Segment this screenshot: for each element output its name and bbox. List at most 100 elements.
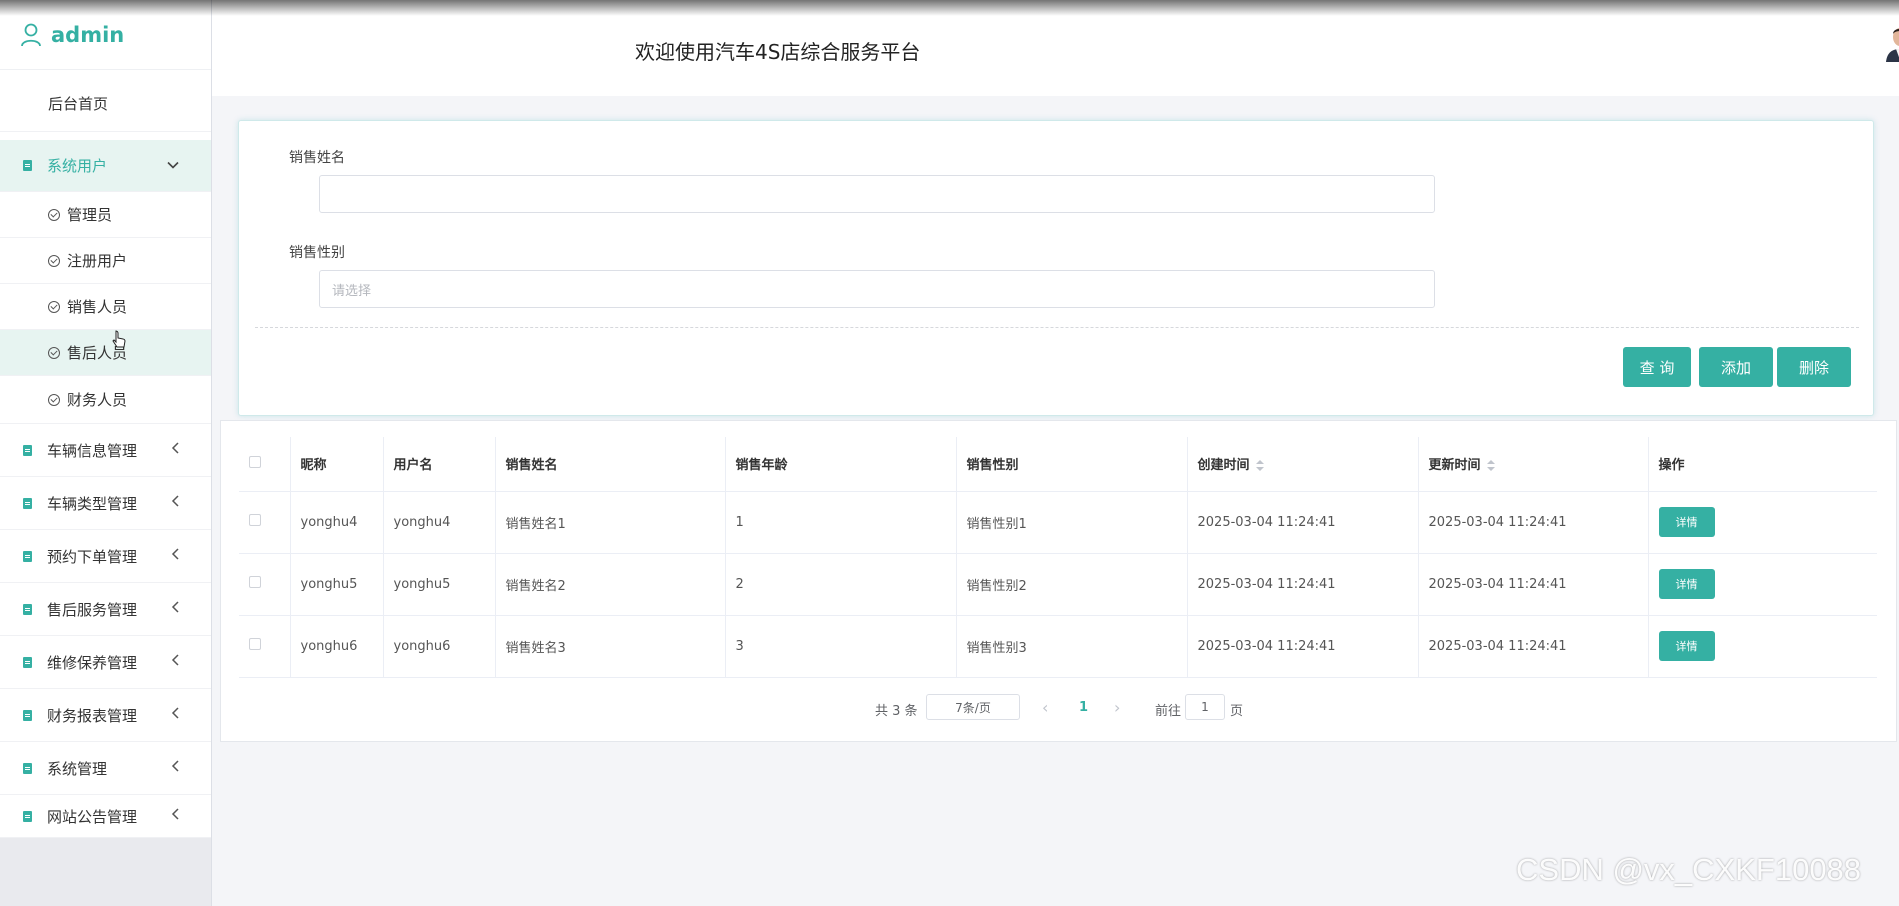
row-checkbox[interactable]: [249, 576, 261, 588]
table-cell: 1: [725, 491, 957, 554]
sales-name-input[interactable]: [319, 175, 1435, 213]
chevron-down-icon: [167, 158, 179, 173]
next-page-button[interactable]: ›: [1114, 698, 1120, 717]
chevron-left-icon: [171, 495, 179, 511]
sidebar-item-system-management[interactable]: 系统管理: [0, 742, 211, 795]
detail-button[interactable]: 详情: [1658, 631, 1715, 661]
sidebar-item-label: 售后服务管理: [47, 600, 138, 619]
document-icon: [23, 709, 32, 721]
sidebar-subitem-label: 销售人员: [67, 298, 128, 316]
table-row: yonghu6 yonghu6 销售姓名3 3 销售性别3 2025-03-04…: [239, 615, 1877, 678]
chevron-left-icon: [171, 442, 179, 458]
row-select-cell[interactable]: [239, 491, 291, 554]
table-cell: 销售性别1: [956, 491, 1188, 554]
sidebar-subitem-admin[interactable]: 管理员: [0, 192, 211, 238]
column-header-label: 创建时间: [1197, 458, 1250, 474]
detail-button[interactable]: 详情: [1658, 507, 1715, 537]
table-cell: yonghu5: [290, 553, 384, 616]
document-icon: [23, 810, 32, 822]
column-header: 昵称: [290, 437, 384, 492]
sidebar-item-booking[interactable]: 预约下单管理: [0, 530, 211, 583]
chevron-left-icon: [171, 654, 179, 670]
select-all-checkbox[interactable]: [249, 455, 261, 468]
sidebar-item-vehicle-info[interactable]: 车辆信息管理: [0, 424, 211, 477]
chevron-left-icon: [171, 808, 179, 824]
row-select-cell[interactable]: [239, 553, 291, 616]
sales-gender-label: 销售性别: [289, 245, 345, 261]
chevron-left-icon: [171, 601, 179, 617]
chevron-left-icon: [171, 707, 179, 723]
sidebar-item-label: 预约下单管理: [47, 547, 138, 566]
check-circle-icon: [48, 393, 60, 406]
sidebar-item-home[interactable]: 后台首页: [0, 76, 211, 132]
sidebar-item-aftersales[interactable]: 售后服务管理: [0, 583, 211, 636]
column-header-created[interactable]: 创建时间: [1187, 437, 1419, 492]
mouse-cursor-icon: [112, 330, 126, 348]
column-header: 销售性别: [956, 437, 1188, 492]
table-cell: 2025-03-04 11:24:41: [1418, 491, 1649, 554]
avatar[interactable]: [1882, 22, 1899, 62]
table-cell: 2: [725, 553, 957, 616]
column-header: 销售年龄: [725, 437, 957, 492]
watermark: CSDN @vx_CXKF10088: [1516, 852, 1862, 887]
row-checkbox[interactable]: [249, 638, 261, 650]
table-cell: 2025-03-04 11:24:41: [1187, 615, 1419, 678]
table-header-row: 昵称 用户名 销售姓名 销售年龄 销售性别 创建时间 更新时间 操作: [239, 437, 1877, 492]
sidebar-item-label: 车辆类型管理: [47, 494, 138, 513]
page-unit-label: 页: [1230, 704, 1244, 719]
check-circle-icon: [48, 346, 60, 359]
delete-button[interactable]: 删除: [1777, 347, 1851, 387]
page-size-select[interactable]: 7条/页: [926, 694, 1020, 720]
row-select-cell[interactable]: [239, 615, 291, 678]
table-cell: 2025-03-04 11:24:41: [1418, 615, 1649, 678]
action-cell: 详情: [1648, 615, 1877, 678]
query-button[interactable]: 查 询: [1623, 347, 1691, 387]
table-cell: 2025-03-04 11:24:41: [1187, 553, 1419, 616]
sidebar: admin 后台首页 系统用户 管理员 注册用户 销售人员 售后人员 财务人员 …: [0, 0, 212, 906]
sidebar-item-label: 系统管理: [47, 759, 108, 778]
sidebar-subitem-aftersales-staff[interactable]: 售后人员: [0, 330, 211, 376]
table-cell: 3: [725, 615, 957, 678]
chevron-left-icon: [171, 548, 179, 564]
sidebar-item-announcements[interactable]: 网站公告管理: [0, 795, 211, 838]
sidebar-subitem-finance-staff[interactable]: 财务人员: [0, 376, 211, 424]
document-icon: [23, 603, 32, 615]
sales-gender-select[interactable]: 请选择: [319, 270, 1435, 308]
select-all-cell[interactable]: [239, 437, 291, 492]
sort-icon[interactable]: [1255, 459, 1264, 472]
sidebar-item-vehicle-type[interactable]: 车辆类型管理: [0, 477, 211, 530]
table-row: yonghu5 yonghu5 销售姓名2 2 销售性别2 2025-03-04…: [239, 553, 1877, 616]
document-icon: [23, 444, 32, 456]
sidebar-subitem-sales-staff[interactable]: 销售人员: [0, 284, 211, 330]
check-circle-icon: [48, 208, 60, 221]
action-cell: 详情: [1648, 491, 1877, 554]
goto-page-input[interactable]: 1: [1185, 694, 1225, 720]
document-icon: [23, 550, 32, 562]
document-icon: [23, 160, 32, 171]
table-cell: 销售性别2: [956, 553, 1188, 616]
column-header: 用户名: [383, 437, 496, 492]
sidebar-item-maintenance[interactable]: 维修保养管理: [0, 636, 211, 689]
add-button[interactable]: 添加: [1699, 347, 1773, 387]
table-panel: 昵称 用户名 销售姓名 销售年龄 销售性别 创建时间 更新时间 操作 yongh…: [220, 420, 1897, 742]
sidebar-item-label: 后台首页: [48, 95, 109, 113]
document-icon: [23, 762, 32, 774]
prev-page-button[interactable]: ‹: [1042, 698, 1048, 717]
table-cell: 销售姓名2: [495, 553, 726, 616]
sidebar-subitem-label: 注册用户: [67, 252, 128, 270]
table-cell: 销售姓名3: [495, 615, 726, 678]
row-checkbox[interactable]: [249, 514, 261, 526]
sidebar-item-label: 系统用户: [47, 157, 108, 175]
sidebar-subitem-registered-users[interactable]: 注册用户: [0, 238, 211, 284]
column-header-updated[interactable]: 更新时间: [1418, 437, 1649, 492]
page-number-current[interactable]: 1: [1079, 700, 1088, 715]
sidebar-item-system-users[interactable]: 系统用户: [0, 140, 211, 192]
user-icon: [20, 23, 42, 47]
check-circle-icon: [48, 300, 60, 313]
detail-button[interactable]: 详情: [1658, 569, 1715, 599]
total-count: 共 3 条: [875, 704, 918, 719]
column-header: 销售姓名: [495, 437, 726, 492]
sidebar-item-finance-report[interactable]: 财务报表管理: [0, 689, 211, 742]
table-cell: 销售姓名1: [495, 491, 726, 554]
sort-icon[interactable]: [1486, 459, 1495, 472]
